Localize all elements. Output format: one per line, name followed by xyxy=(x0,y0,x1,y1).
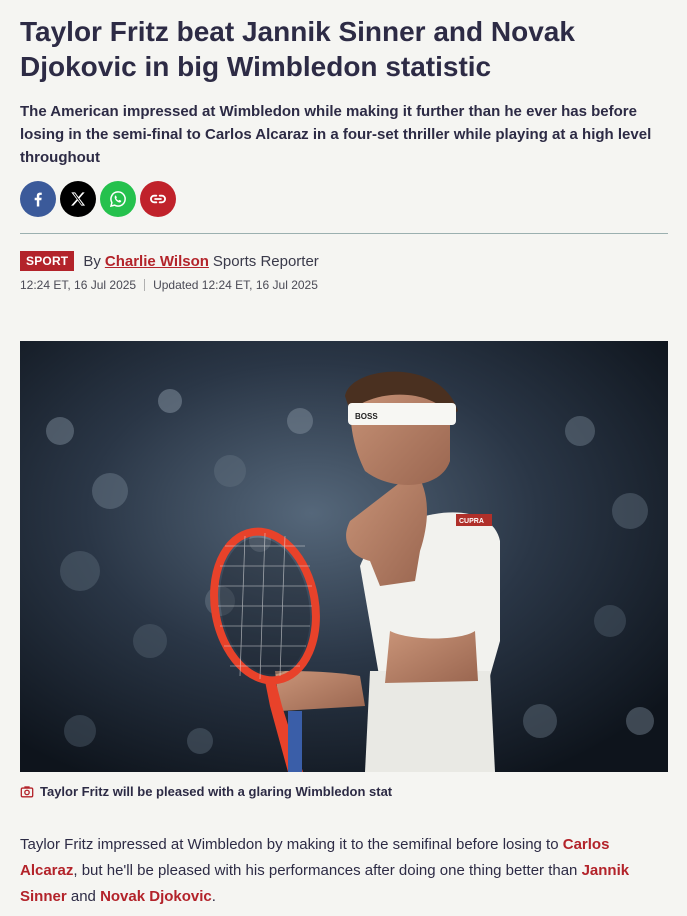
section-tag[interactable]: SPORT xyxy=(20,251,75,271)
timestamps: 12:24 ET, 16 Jul 2025 Updated 12:24 ET, … xyxy=(20,278,318,292)
timestamp-separator xyxy=(144,279,146,291)
published-time: 12:24 ET, 16 Jul 2025 xyxy=(20,278,137,292)
by-label: By xyxy=(83,252,101,270)
byline-text: By Charlie Wilson Sports Reporter xyxy=(83,253,318,270)
body-text-2: , but he'll be pleased with his performa… xyxy=(73,862,582,879)
share-whatsapp-button[interactable] xyxy=(100,181,136,217)
author-role: Sports Reporter xyxy=(212,252,319,270)
body-text-3: and xyxy=(66,888,101,905)
facebook-icon xyxy=(34,192,42,207)
share-bar xyxy=(20,181,176,217)
hero-photo: BOSS CUPRA xyxy=(20,341,668,772)
author-link[interactable]: Charlie Wilson xyxy=(105,253,209,270)
headband-logo: BOSS xyxy=(355,412,378,421)
camera-icon xyxy=(20,785,34,797)
copy-link-button[interactable] xyxy=(140,181,176,217)
byline: SPORT By Charlie Wilson Sports Reporter xyxy=(20,250,319,272)
caption-text: Taylor Fritz will be pleased with a glar… xyxy=(40,784,393,799)
headline: Taylor Fritz beat Jannik Sinner and Nova… xyxy=(20,16,575,82)
whatsapp-icon xyxy=(109,191,126,208)
body-text-4: . xyxy=(211,888,216,905)
x-icon xyxy=(71,192,86,206)
photo-caption: Taylor Fritz will be pleased with a glar… xyxy=(20,784,392,799)
body-text-1: Taylor Fritz impressed at Wimbledon by m… xyxy=(20,836,563,853)
standfirst: The American impressed at Wimbledon whil… xyxy=(20,103,652,166)
body-paragraph: Taylor Fritz impressed at Wimbledon by m… xyxy=(20,832,668,910)
share-facebook-button[interactable] xyxy=(20,181,56,217)
share-x-button[interactable] xyxy=(60,181,96,217)
hero-photo-illustration: BOSS CUPRA xyxy=(20,341,668,772)
link-icon xyxy=(150,194,166,204)
link-novak-djokovic[interactable]: Novak Djokovic xyxy=(100,888,212,905)
divider xyxy=(20,233,668,234)
updated-time: Updated 12:24 ET, 16 Jul 2025 xyxy=(153,278,318,292)
shirt-badge: CUPRA xyxy=(459,518,484,525)
